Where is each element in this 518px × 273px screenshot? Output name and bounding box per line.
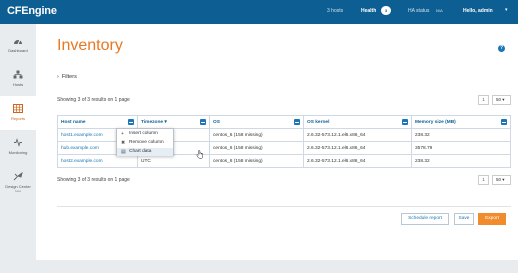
column-menu-icon[interactable] (294, 119, 300, 125)
sidebar-item-design-center[interactable]: Design Center beta (0, 164, 36, 198)
beta-label: beta (15, 189, 21, 193)
sidebar-item-label: Hosts (12, 82, 24, 87)
column-menu-icon[interactable] (128, 119, 134, 125)
table-row: host2.example.com UTC centos_6 (158 miss… (57, 154, 511, 168)
column-header-os[interactable]: OS (209, 115, 304, 129)
page-size-select[interactable]: 50 ▾ (492, 175, 511, 185)
results-summary-bottom: Showing 3 of 3 results on 1 page (57, 177, 130, 183)
reports-icon (13, 104, 23, 113)
page-number-button[interactable]: 1 (478, 95, 489, 105)
table-cell: 3578.79 (411, 141, 511, 155)
sidebar-item-monitoring[interactable]: Monitoring (0, 130, 36, 164)
column-menu-icon[interactable] (501, 119, 507, 125)
plus-icon: + (121, 131, 124, 137)
sidebar-item-label: Reports (10, 116, 25, 121)
page-number-button[interactable]: 1 (478, 175, 489, 185)
hosts-count-link[interactable]: 3 hosts (327, 8, 343, 14)
table-cell: 2.6.32-573.12.1.el6.x86_64 (303, 128, 412, 142)
page-size-select[interactable]: 50 ▾ (492, 95, 511, 105)
column-header-os-kernel[interactable]: OS kernel (303, 115, 412, 129)
chevron-down-icon[interactable]: ▾ (505, 7, 508, 13)
results-summary: Showing 3 of 3 results on 1 page (57, 97, 130, 103)
ha-status-label: HA status (408, 8, 430, 14)
hand-cursor-icon (196, 150, 203, 159)
column-header-timezone[interactable]: Timezone ▾ (137, 115, 210, 129)
pagination-top: 1 50 ▾ (478, 95, 512, 105)
table-cell: centos_6 (158 missing) (209, 128, 304, 142)
column-header-host-name[interactable]: Host name (57, 115, 138, 129)
column-header-memory-size[interactable]: Memory size (MB) (411, 115, 511, 129)
monitoring-icon (14, 138, 22, 147)
table-cell: 238.32 (411, 154, 511, 168)
filters-toggle[interactable]: › Filters (57, 74, 77, 80)
schedule-report-button[interactable]: Schedule report (401, 213, 449, 225)
sidebar-item-label: Dashboard (8, 48, 28, 53)
host-link[interactable]: host2.example.com (57, 154, 138, 168)
chevron-right-icon: › (57, 74, 59, 80)
help-icon[interactable]: ? (498, 45, 505, 52)
design-center-icon (13, 172, 23, 181)
pagination-bottom: 1 50 ▾ (478, 175, 512, 185)
table-cell: centos_6 (158 missing) (209, 154, 304, 168)
hosts-icon (13, 70, 23, 79)
filters-label: Filters (61, 74, 77, 80)
health-count-badge[interactable]: 3 (381, 6, 391, 15)
user-menu[interactable]: Hello, admin (463, 8, 493, 14)
ha-status-value: N/A (436, 8, 443, 13)
menu-item-remove-column[interactable]: ✖ Remove column (117, 139, 173, 147)
menu-item-insert-column[interactable]: + Insert column (117, 130, 173, 138)
sidebar-item-hosts[interactable]: Hosts (0, 62, 36, 96)
table-cell: 238.32 (411, 128, 511, 142)
cfengine-logo[interactable]: CFEngine (7, 5, 57, 17)
table-header-row: Host name Timezone ▾ OS OS kernel Memory… (57, 115, 511, 129)
health-link[interactable]: Health (361, 8, 376, 14)
dashboard-icon (14, 39, 22, 45)
sidebar: Dashboard Hosts Reports Monitoring Desig… (0, 24, 36, 273)
divider (57, 206, 511, 207)
table-cell: centos_6 (158 missing) (209, 141, 304, 155)
sidebar-item-dashboard[interactable]: Dashboard (0, 28, 36, 62)
menu-item-chart-data[interactable]: ▤ Chart data (117, 148, 173, 156)
column-context-menu: + Insert column ✖ Remove column ▤ Chart dat… (116, 128, 174, 156)
page-size-value: 50 (496, 97, 502, 102)
save-button[interactable]: Save (454, 213, 474, 225)
column-menu-icon[interactable] (200, 119, 206, 125)
sidebar-item-label: Monitoring (8, 150, 28, 155)
export-button[interactable]: Export (478, 213, 506, 225)
table-cell: 2.6.32-573.12.1.el6.x86_64 (303, 154, 412, 168)
remove-icon: ✖ (121, 140, 126, 146)
sidebar-item-reports[interactable]: Reports (0, 96, 36, 130)
page-title: Inventory (57, 37, 123, 54)
top-bar: CFEngine 3 hosts Health 3 HA status N/A … (0, 0, 518, 24)
table-cell: 2.6.32-573.12.1.el6.x86_64 (303, 141, 412, 155)
page-size-value: 50 (496, 177, 502, 182)
column-menu-icon[interactable] (402, 119, 408, 125)
chart-icon: ▤ (121, 149, 126, 155)
main-content: Inventory ? › Filters Showing 3 of 3 resu… (36, 24, 518, 260)
